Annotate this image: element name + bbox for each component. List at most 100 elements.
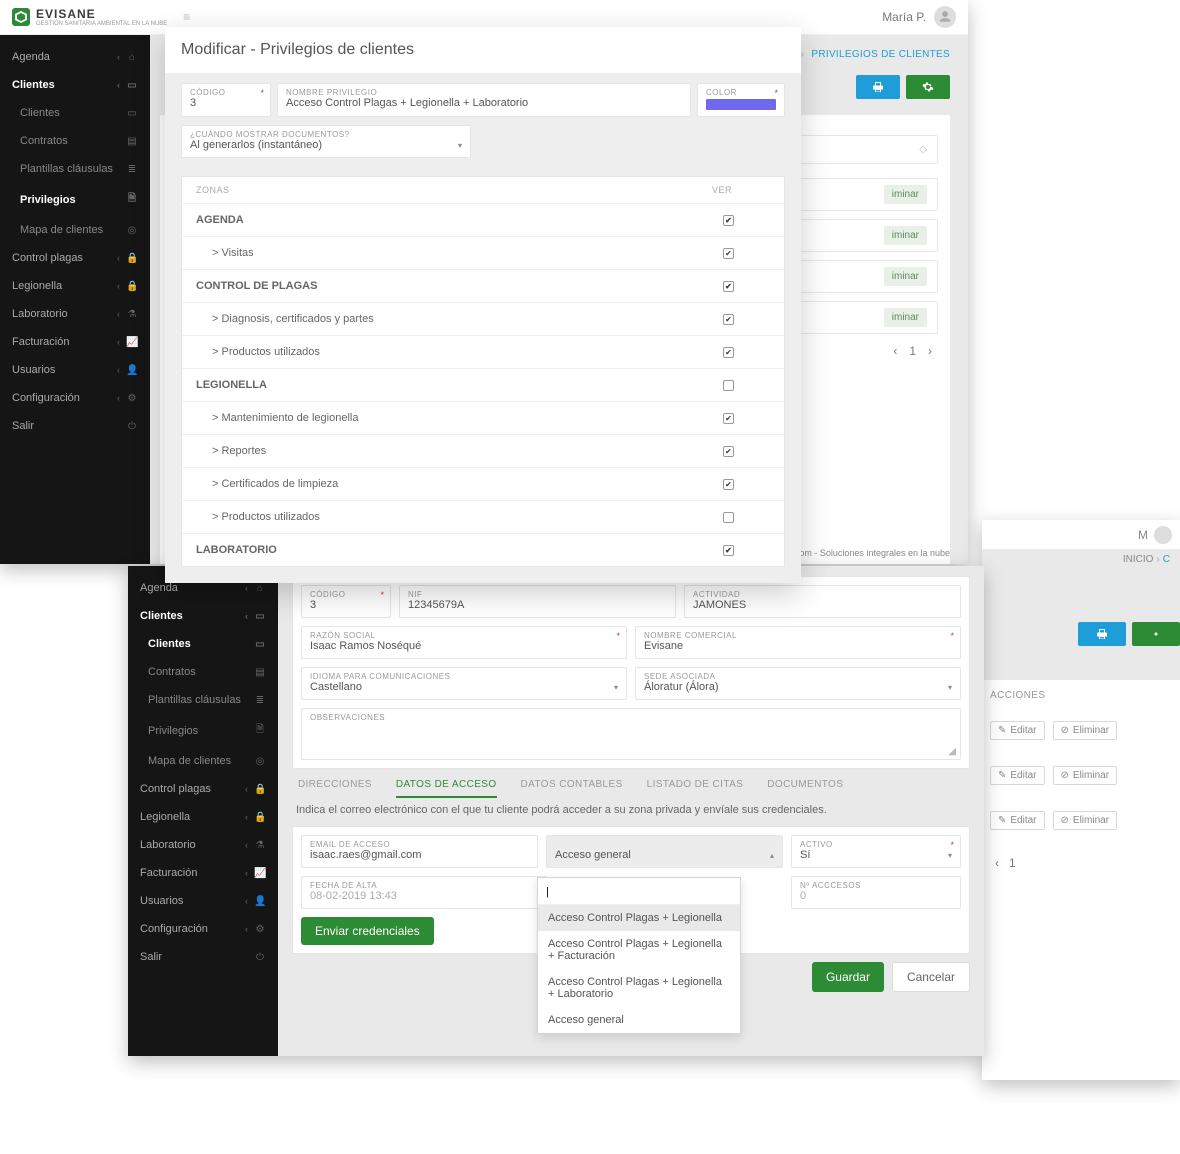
save-button[interactable]: Guardar [812, 962, 884, 992]
nif-input[interactable] [408, 599, 667, 611]
zone-row: > Reportes [182, 434, 784, 467]
ver-checkbox[interactable] [723, 347, 734, 358]
edit-button[interactable]: ✎ Editar [990, 766, 1045, 785]
sidebar-item-laboratorio[interactable]: Laboratorio‹⚗ [0, 300, 150, 328]
codigo-field[interactable]: CÓDIGO* [301, 585, 391, 618]
nombrecom-field[interactable]: NOMBRE COMERCIAL* [635, 626, 961, 659]
delete-button[interactable]: ⊘ Eliminar [1053, 766, 1118, 785]
sidebar-item-usuarios[interactable]: Usuarios‹👤 [128, 887, 278, 915]
sede-field[interactable]: SEDE ASOCIADAÁloratur (Álora)▾ [635, 667, 961, 700]
sidebar-item-clientes[interactable]: Clientes‹▭ [128, 602, 278, 630]
delete-pill[interactable]: iminar [884, 185, 927, 204]
acceso-option[interactable]: Acceso Control Plagas + Legionella [538, 905, 740, 931]
tab-listado-citas[interactable]: LISTADO DE CITAS [647, 779, 744, 798]
razon-input[interactable] [310, 640, 618, 652]
idioma-field[interactable]: IDIOMA PARA COMUNICACIONESCastellano▾ [301, 667, 627, 700]
ver-checkbox[interactable] [723, 215, 734, 226]
sidebar-item-legionella[interactable]: Legionella‹🔒 [0, 272, 150, 300]
sidebar-item-config[interactable]: Configuración‹⚙ [128, 915, 278, 943]
print-button[interactable] [856, 75, 900, 99]
sidebar-item-facturacion[interactable]: Facturación‹📈 [128, 859, 278, 887]
acceso-option[interactable]: Acceso Control Plagas + Legionella + Fac… [538, 931, 740, 969]
sidebar-sub-privilegios[interactable]: Privilegios🗎 [0, 183, 150, 216]
card-icon: ▭ [126, 80, 138, 91]
acceso-search-input[interactable] [546, 886, 732, 898]
nombre-field[interactable]: NOMBRE PRIVILEGIO [277, 83, 691, 117]
sidebar-item-laboratorio[interactable]: Laboratorio‹⚗ [128, 831, 278, 859]
sidebar-item-salir[interactable]: Salir⏻ [0, 412, 150, 440]
email-input[interactable] [310, 849, 529, 861]
codigo-input[interactable] [190, 97, 262, 109]
delete-button[interactable]: ⊘ Eliminar [1053, 721, 1118, 740]
sidebar-sub-contratos[interactable]: Contratos▤ [0, 127, 150, 155]
ver-checkbox[interactable] [723, 545, 734, 556]
pager-prev[interactable]: ‹ [990, 854, 1004, 872]
acceso-select[interactable]: Acceso general▴ [546, 835, 783, 868]
delete-pill[interactable]: iminar [884, 267, 927, 286]
cuando-field[interactable]: ¿CUÁNDO MOSTRAR DOCUMENTOS?Al generarlos… [181, 125, 471, 158]
email-field[interactable]: EMAIL DE ACCESO [301, 835, 538, 868]
delete-button[interactable]: ⊘ Eliminar [1053, 811, 1118, 830]
hamburger-icon[interactable]: ≡ [183, 10, 190, 24]
color-swatch[interactable] [706, 99, 776, 110]
tab-direcciones[interactable]: DIRECCIONES [298, 779, 372, 798]
codigo-field[interactable]: CÓDIGO* [181, 83, 271, 117]
actividad-field[interactable]: ACTIVIDAD [684, 585, 961, 618]
acceso-option[interactable]: Acceso general [538, 1007, 740, 1033]
sidebar-item-controlplagas[interactable]: Control plagas‹🔒 [128, 775, 278, 803]
color-field[interactable]: COLOR* [697, 83, 785, 117]
sidebar-sub-clientes[interactable]: Clientes▭ [0, 99, 150, 127]
sidebar-sub-privilegios[interactable]: Privilegios🗎 [128, 714, 278, 747]
sidebar-sub-mapa[interactable]: Mapa de clientes◎ [0, 216, 150, 244]
sidebar-item-agenda[interactable]: Agenda‹⌂ [0, 43, 150, 71]
observaciones-input[interactable] [310, 722, 952, 750]
sidebar-item-salir[interactable]: Salir⏻ [128, 943, 278, 971]
nombre-input[interactable] [286, 97, 682, 109]
add-button[interactable] [1132, 622, 1180, 646]
ver-checkbox[interactable] [723, 413, 734, 424]
sidebar-item-legionella[interactable]: Legionella‹🔒 [128, 803, 278, 831]
avatar-icon[interactable] [934, 6, 956, 28]
delete-pill[interactable]: iminar [884, 308, 927, 327]
chevron-down-icon: ▾ [458, 141, 462, 150]
pager-next[interactable]: › [922, 342, 938, 360]
ver-checkbox[interactable] [723, 248, 734, 259]
send-credentials-button[interactable]: Enviar credenciales [301, 917, 434, 945]
ver-checkbox[interactable] [723, 314, 734, 325]
topbar-user-name[interactable]: María P. [882, 10, 926, 24]
ver-checkbox[interactable] [723, 512, 734, 523]
observaciones-field[interactable]: OBSERVACIONES◢ [301, 708, 961, 760]
pager-prev[interactable]: ‹ [887, 342, 903, 360]
sidebar-item-config[interactable]: Configuración‹⚙ [0, 384, 150, 412]
actividad-input[interactable] [693, 599, 952, 611]
ver-checkbox[interactable] [723, 446, 734, 457]
tab-datos-contables[interactable]: DATOS CONTABLES [521, 779, 623, 798]
sidebar-item-clientes[interactable]: Clientes‹▭ [0, 71, 150, 99]
sidebar-item-usuarios[interactable]: Usuarios‹👤 [0, 356, 150, 384]
sidebar-sub-plantillas[interactable]: Plantillas cláusulas≣ [0, 155, 150, 183]
sidebar-sub-contratos[interactable]: Contratos▤ [128, 658, 278, 686]
nombrecom-input[interactable] [644, 640, 952, 652]
sidebar-item-facturacion[interactable]: Facturación‹📈 [0, 328, 150, 356]
delete-pill[interactable]: iminar [884, 226, 927, 245]
acceso-option[interactable]: Acceso Control Plagas + Legionella + Lab… [538, 969, 740, 1007]
nif-field[interactable]: NIF [399, 585, 676, 618]
sidebar-item-controlplagas[interactable]: Control plagas‹🔒 [0, 244, 150, 272]
codigo-input[interactable] [310, 599, 382, 611]
ver-checkbox[interactable] [723, 380, 734, 391]
cancel-button[interactable]: Cancelar [892, 962, 970, 992]
ver-checkbox[interactable] [723, 479, 734, 490]
activo-field[interactable]: ACTIVO*Sí▾ [791, 835, 961, 868]
ver-checkbox[interactable] [723, 281, 734, 292]
tab-datos-acceso[interactable]: DATOS DE ACCESO [396, 779, 497, 798]
sidebar-sub-plantillas[interactable]: Plantillas cláusulas≣ [128, 686, 278, 714]
razon-field[interactable]: RAZÓN SOCIAL* [301, 626, 627, 659]
avatar-icon[interactable] [1154, 526, 1172, 544]
sidebar-sub-mapa[interactable]: Mapa de clientes◎ [128, 747, 278, 775]
print-button[interactable] [1078, 622, 1126, 646]
edit-button[interactable]: ✎ Editar [990, 811, 1045, 830]
tab-documentos[interactable]: DOCUMENTOS [767, 779, 843, 798]
edit-button[interactable]: ✎ Editar [990, 721, 1045, 740]
add-button[interactable] [906, 75, 950, 99]
sidebar-sub-clientes[interactable]: Clientes▭ [128, 630, 278, 658]
